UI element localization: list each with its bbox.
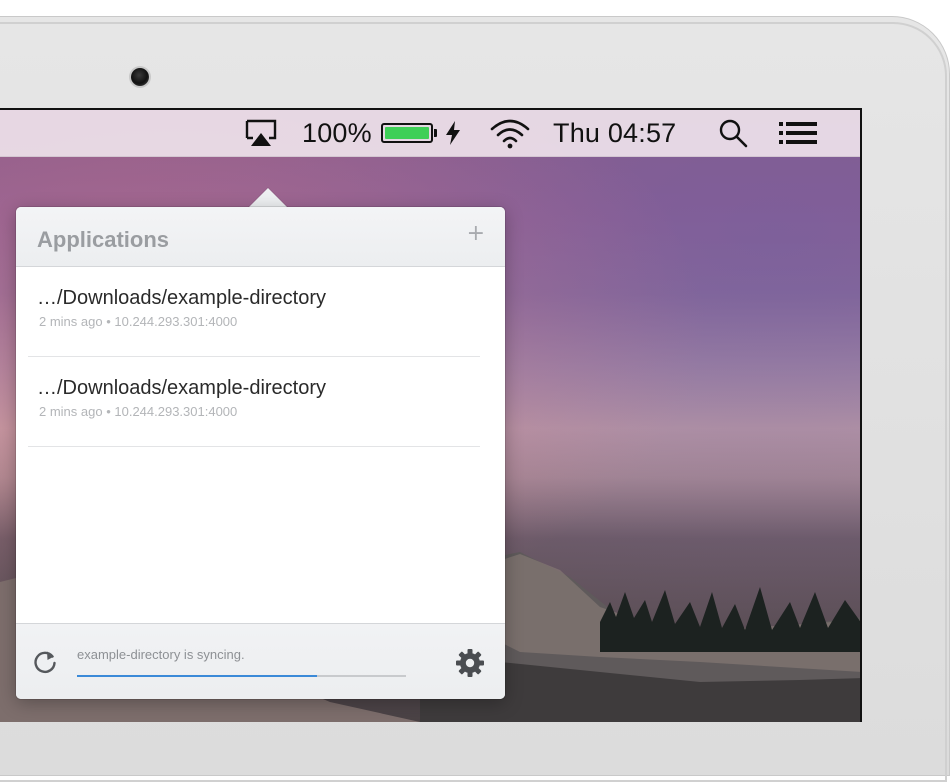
webcam [131,68,149,86]
menu-list-icon[interactable] [779,110,817,156]
sync-progress-fill [77,675,318,677]
gear-icon[interactable] [455,648,485,678]
charging-bolt-icon [445,121,460,145]
spotlight-search-icon[interactable] [718,110,748,156]
popover-title: Applications [37,227,170,252]
list-item[interactable]: …/Downloads/example-directory 2 mins ago… [16,357,505,447]
wifi-icon[interactable] [488,110,532,156]
airplay-icon[interactable] [244,110,278,156]
application-meta: 2 mins ago • 10.244.293.301:4000 [39,404,238,419]
application-path: …/Downloads/example-directory [37,377,327,399]
battery-percent-label: 100% [302,117,372,148]
sync-progress-bar [77,675,406,677]
application-path: …/Downloads/example-directory [37,287,327,309]
application-list: …/Downloads/example-directory 2 mins ago… [16,267,505,447]
menu-clock[interactable]: Thu 04:57 [553,110,676,156]
applications-popover: Applications + …/Downloads/example-direc… [16,207,505,699]
popover-footer: example-directory is syncing. [16,623,505,699]
battery-tip [433,129,437,137]
list-item[interactable]: …/Downloads/example-directory 2 mins ago… [16,267,505,357]
sync-status-text: example-directory is syncing. [77,647,245,662]
menu-bar: 100% Thu 04:57 [0,110,860,157]
battery-gauge [380,123,433,143]
application-meta: 2 mins ago • 10.244.293.301:4000 [39,314,238,329]
clock-label: Thu 04:57 [553,117,677,148]
battery-menu[interactable]: 100% [302,110,463,156]
popover-header: Applications + [16,207,505,267]
sync-icon[interactable] [32,649,58,675]
battery-icon [380,123,437,143]
battery-fill [384,127,429,139]
popover-arrow [248,188,288,208]
add-application-button[interactable]: + [467,221,485,246]
